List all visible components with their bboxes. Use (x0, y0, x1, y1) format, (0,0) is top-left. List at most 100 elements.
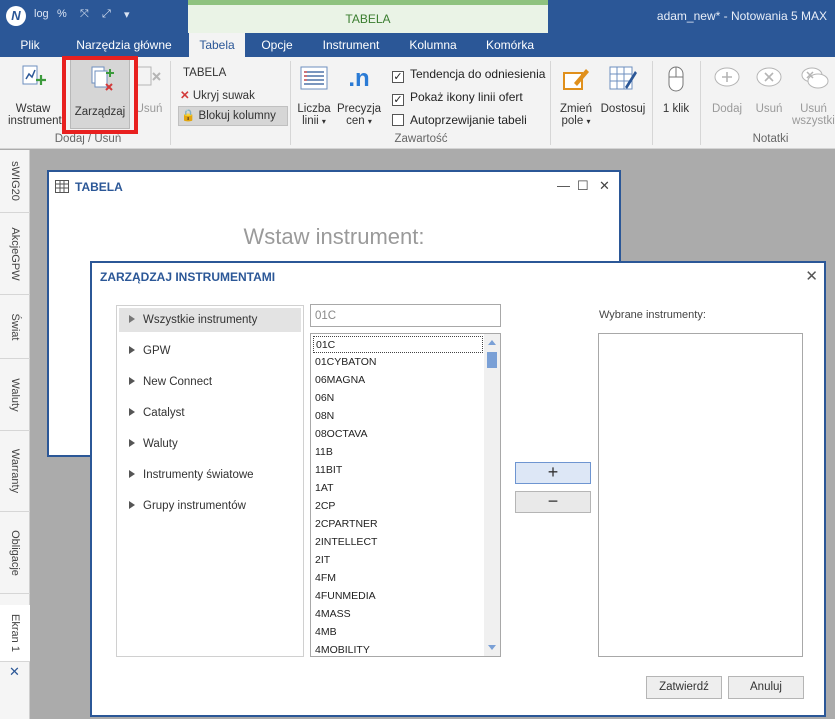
expand-arrow-icon[interactable] (129, 408, 135, 416)
remove-from-selection-button[interactable]: − (515, 491, 591, 513)
change-field-button[interactable]: Zmień pole ▾ (556, 63, 596, 127)
sheet-tab-swig20[interactable]: sWIG20 (0, 150, 30, 213)
cancel-button[interactable]: Anuluj (728, 676, 804, 699)
list-item[interactable]: 01C (313, 336, 483, 353)
insert-instrument-icon (22, 65, 46, 85)
sheet-tab-waluty[interactable]: Waluty (0, 359, 30, 431)
tab-instrument[interactable]: Instrument (313, 33, 389, 57)
list-item[interactable]: 08N (313, 408, 483, 425)
trend-checkbox-box[interactable]: ✓ (392, 71, 404, 83)
category-world-instruments[interactable]: Instrumenty światowe (119, 463, 301, 487)
tab-komorka[interactable]: Komórka (476, 33, 544, 57)
expand-arrow-icon[interactable] (129, 377, 135, 385)
category-all-instruments[interactable]: Wszystkie instrumenty (119, 308, 301, 332)
autoscroll-checkbox[interactable]: Autoprzewijanie tabeli (392, 113, 527, 127)
tab-kolumna[interactable]: Kolumna (400, 33, 466, 57)
list-item[interactable]: 06N (313, 390, 483, 407)
quick-access-dropdown-icon[interactable]: ▾ (124, 8, 130, 21)
minimize-icon[interactable]: — (557, 178, 570, 193)
one-click-label: 1 klik (662, 103, 690, 115)
note-add-button[interactable]: Dodaj (706, 63, 748, 115)
list-item[interactable]: 01CYBATON (313, 354, 483, 371)
customize-button[interactable]: Dostosuj (598, 63, 648, 115)
list-item[interactable]: 4FM (313, 570, 483, 587)
add-to-selection-button[interactable]: + (515, 462, 591, 484)
sheet-tab-akcjegpw[interactable]: AkcjeGPW (0, 213, 30, 295)
category-new-connect[interactable]: New Connect (119, 370, 301, 394)
change-field-label-2: pole ▾ (561, 115, 591, 127)
insert-instrument-button[interactable]: Wstaw instrument (8, 63, 62, 127)
list-item[interactable]: 1AT (313, 480, 483, 497)
category-waluty[interactable]: Waluty (119, 432, 301, 456)
manage-label: Zarządzaj (74, 106, 126, 118)
change-field-label-1: Zmień (560, 103, 592, 115)
app-logo[interactable]: N (6, 6, 26, 26)
maximize-icon[interactable]: ☐ (577, 178, 589, 194)
hide-slider-button[interactable]: ✕ Ukryj suwak (180, 88, 255, 102)
list-item[interactable]: 4MASS (313, 606, 483, 623)
list-item[interactable]: 08OCTAVA (313, 426, 483, 443)
expand-icon[interactable]: ⤢ (102, 8, 111, 21)
instrument-search-input[interactable] (310, 304, 501, 327)
group-label-content: Zawartość (394, 133, 448, 145)
one-click-button[interactable]: 1 klik (656, 63, 696, 115)
scroll-up-icon[interactable] (488, 340, 496, 345)
sheet-tab-warranty[interactable]: Warranty (0, 431, 30, 512)
list-item[interactable]: 11B (313, 444, 483, 461)
tab-opcje[interactable]: Opcje (252, 33, 302, 57)
icons-checkbox[interactable]: ✓ Pokaż ikony linii ofert (392, 90, 523, 106)
category-catalyst[interactable]: Catalyst (119, 401, 301, 425)
list-item[interactable]: 2IT (313, 552, 483, 569)
category-gpw[interactable]: GPW (119, 339, 301, 363)
lines-count-button[interactable]: Liczba linii ▾ (294, 63, 334, 127)
icons-checkbox-box[interactable]: ✓ (392, 94, 404, 106)
note-remove-all-button[interactable]: Usuń wszystkie (792, 63, 835, 127)
manage-button[interactable]: Zarządzaj (70, 59, 130, 129)
lock-columns-button[interactable]: 🔒 Blokuj kolumny (178, 106, 288, 126)
selected-instruments-list[interactable] (598, 333, 803, 657)
percent-icon[interactable]: % (57, 8, 67, 20)
list-item[interactable]: 2CP (313, 498, 483, 515)
sheet-tab-ekran1[interactable]: Ekran 1 (0, 605, 30, 662)
tab-plik[interactable]: Plik (10, 33, 50, 57)
expand-arrow-icon[interactable] (129, 470, 135, 478)
mouse-icon (668, 66, 684, 92)
remove-button[interactable]: Usuń (132, 63, 166, 115)
confirm-button[interactable]: Zatwierdź (646, 676, 722, 699)
ribbon-separator (700, 61, 701, 145)
insert-instrument-label-1: Wstaw (15, 103, 51, 115)
category-instrument-groups[interactable]: Grupy instrumentów (119, 494, 301, 518)
instrument-list-scrollbar[interactable] (484, 334, 500, 656)
crosshair-icon[interactable]: ⤧ (80, 8, 89, 21)
note-remove-all-icon (801, 67, 828, 89)
sheet-tab-swiat[interactable]: Świat (0, 295, 30, 359)
scroll-down-icon[interactable] (488, 645, 496, 650)
dialog-close-icon[interactable]: ✕ (805, 267, 818, 285)
close-window-icon[interactable]: ✕ (599, 178, 610, 194)
list-item[interactable]: 2CPARTNER (313, 516, 483, 533)
list-item[interactable]: 11BIT (313, 462, 483, 479)
close-sheet-icon[interactable]: ✕ (9, 664, 20, 680)
scroll-thumb[interactable] (487, 352, 497, 368)
note-remove-button[interactable]: Usuń (748, 63, 790, 115)
expand-arrow-icon[interactable] (129, 501, 135, 509)
list-item[interactable]: 4MB (313, 624, 483, 641)
expand-arrow-icon[interactable] (129, 346, 135, 354)
note-remove-all-label-2: wszystkie (792, 115, 835, 127)
list-item[interactable]: 2INTELLECT (313, 534, 483, 551)
sheet-tab-obligacje[interactable]: Obligacje (0, 512, 30, 594)
expand-arrow-icon[interactable] (129, 315, 135, 323)
tab-narzedzia-glowne[interactable]: Narzędzia główne (68, 33, 180, 57)
price-precision-button[interactable]: .n Precyzja cen ▾ (336, 63, 382, 127)
list-item[interactable]: 4FUNMEDIA (313, 588, 483, 605)
precision-label-1: Precyzja (336, 103, 382, 115)
log-scale-icon[interactable]: log (34, 8, 49, 20)
hide-slider-icon: ✕ (180, 90, 190, 102)
autoscroll-checkbox-box[interactable] (392, 114, 404, 126)
list-item[interactable]: 4MOBILITY (313, 642, 483, 656)
expand-arrow-icon[interactable] (129, 439, 135, 447)
trend-checkbox[interactable]: ✓ Tendencja do odniesienia (392, 67, 545, 83)
lines-count-label-1: Liczba (297, 103, 331, 115)
tab-tabela[interactable]: Tabela (189, 33, 245, 57)
list-item[interactable]: 06MAGNA (313, 372, 483, 389)
